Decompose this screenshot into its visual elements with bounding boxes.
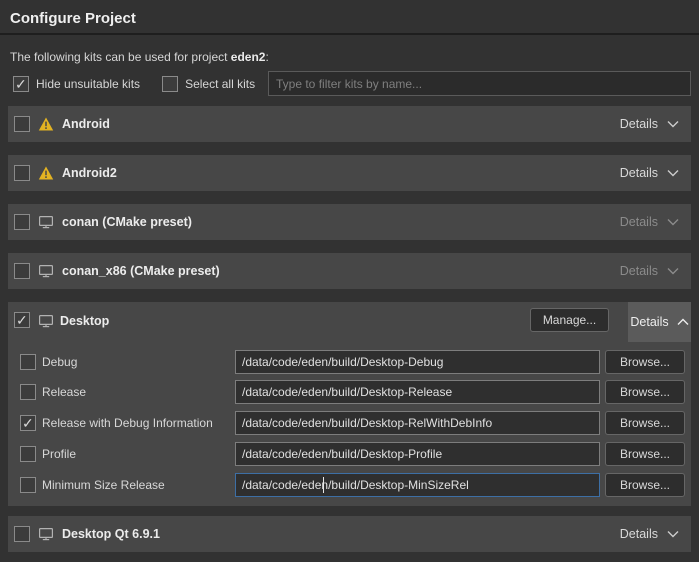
kit-row-conan[interactable]: conan (CMake preset) Details (8, 204, 691, 240)
details-label: Details (620, 117, 658, 131)
config-checkbox[interactable] (20, 477, 36, 493)
kit-name: Desktop (60, 314, 109, 328)
kit-row-android[interactable]: Android Details (8, 106, 691, 142)
chevron-up-icon (677, 315, 689, 329)
kit-filter-controls: Hide unsuitable kits Select all kits (13, 76, 255, 92)
warning-icon (38, 165, 54, 181)
chevron-down-icon (667, 169, 679, 177)
browse-button[interactable]: Browse... (605, 473, 685, 497)
kit-checkbox[interactable] (14, 526, 30, 542)
kit-row-conan-x86[interactable]: conan_x86 (CMake preset) Details (8, 253, 691, 289)
kit-name: Android2 (62, 166, 117, 180)
config-label[interactable]: Minimum Size Release (42, 478, 165, 492)
configure-project-page: Configure Project The following kits can… (0, 0, 699, 562)
kit-name: Desktop Qt 6.9.1 (62, 527, 160, 541)
build-dir-input[interactable] (235, 411, 600, 435)
details-button: Details (620, 264, 679, 278)
chevron-down-icon (667, 120, 679, 128)
kit-checkbox[interactable] (14, 165, 30, 181)
kit-checkbox[interactable] (14, 263, 30, 279)
kit-row-desktop-qt[interactable]: Desktop Qt 6.9.1 Details (8, 516, 691, 552)
config-label[interactable]: Release (42, 385, 86, 399)
intro-text: The following kits can be used for proje… (10, 50, 269, 64)
config-checkbox[interactable] (20, 384, 36, 400)
kit-row-desktop-expanded: Desktop Manage... Details Debug Browse..… (8, 302, 691, 506)
browse-button[interactable]: Browse... (605, 411, 685, 435)
monitor-icon (38, 526, 54, 542)
kit-row-android2[interactable]: Android2 Details (8, 155, 691, 191)
chevron-down-icon (667, 267, 679, 275)
config-checkbox[interactable] (20, 354, 36, 370)
kit-filter-input[interactable] (268, 71, 691, 96)
monitor-icon (38, 214, 54, 230)
build-dir-input[interactable] (235, 442, 600, 466)
hide-unsuitable-checkbox[interactable] (13, 76, 29, 92)
details-button[interactable]: Details (628, 302, 691, 342)
details-label: Details (620, 166, 658, 180)
browse-button[interactable]: Browse... (605, 350, 685, 374)
details-button[interactable]: Details (620, 166, 679, 180)
project-name: eden2 (231, 50, 266, 64)
kit-checkbox[interactable] (14, 214, 30, 230)
monitor-icon (38, 313, 54, 329)
kit-checkbox[interactable] (14, 312, 30, 328)
build-config-row: Debug Browse... (8, 350, 691, 374)
monitor-icon (38, 263, 54, 279)
browse-button[interactable]: Browse... (605, 442, 685, 466)
intro-suffix: : (265, 50, 268, 64)
config-label[interactable]: Debug (42, 355, 77, 369)
kit-name: conan_x86 (CMake preset) (62, 264, 220, 278)
select-all-checkbox[interactable] (162, 76, 178, 92)
details-button: Details (620, 215, 679, 229)
details-label: Details (620, 527, 658, 541)
build-config-row: Minimum Size Release Browse... (8, 473, 691, 497)
config-label[interactable]: Release with Debug Information (42, 416, 213, 430)
warning-icon (38, 116, 54, 132)
details-label: Details (620, 264, 658, 278)
details-button[interactable]: Details (620, 117, 679, 131)
kit-name: conan (CMake preset) (62, 215, 192, 229)
config-label[interactable]: Profile (42, 447, 76, 461)
kit-name: Android (62, 117, 110, 131)
kit-checkbox[interactable] (14, 116, 30, 132)
intro-prefix: The following kits can be used for proje… (10, 50, 231, 64)
browse-button[interactable]: Browse... (605, 380, 685, 404)
build-dir-input[interactable] (235, 380, 600, 404)
build-dir-input-focused[interactable] (235, 473, 600, 497)
details-label: Details (620, 215, 658, 229)
details-label: Details (630, 315, 668, 329)
details-button[interactable]: Details (620, 527, 679, 541)
select-all-label[interactable]: Select all kits (185, 77, 255, 91)
build-config-row: Profile Browse... (8, 442, 691, 466)
build-config-row: Release Browse... (8, 380, 691, 404)
build-dir-input[interactable] (235, 350, 600, 374)
text-caret (323, 477, 324, 493)
manage-button[interactable]: Manage... (530, 308, 609, 332)
config-checkbox[interactable] (20, 415, 36, 431)
title-separator (0, 33, 699, 35)
build-config-row: Release with Debug Information Browse... (8, 411, 691, 435)
page-title: Configure Project (10, 10, 136, 27)
chevron-down-icon (667, 530, 679, 538)
hide-unsuitable-label[interactable]: Hide unsuitable kits (36, 77, 140, 91)
chevron-down-icon (667, 218, 679, 226)
config-checkbox[interactable] (20, 446, 36, 462)
